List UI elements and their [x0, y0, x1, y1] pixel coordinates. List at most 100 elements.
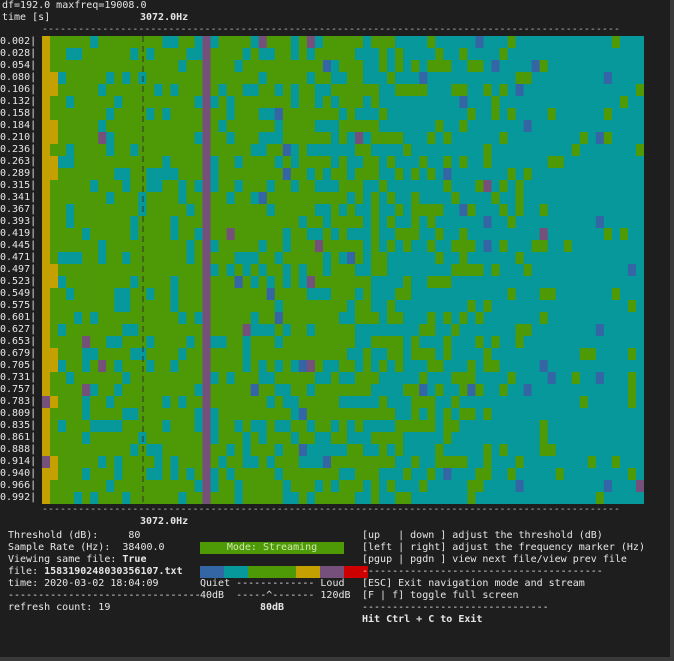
spectrogram-cell — [363, 372, 372, 385]
spectrogram-cell — [483, 252, 492, 265]
spectrogram-cell — [555, 252, 565, 265]
time-tick-label: 0.601| — [0, 312, 37, 323]
spectrogram-cell — [314, 408, 324, 421]
spectrogram-cell — [539, 120, 548, 133]
spectrogram-cell — [114, 480, 123, 493]
spectrogram-cell — [42, 84, 51, 97]
spectrogram-cell — [555, 492, 565, 504]
spectrogram-cell — [122, 324, 131, 337]
spectrogram-cell — [298, 264, 308, 277]
spectrogram-cell — [234, 432, 243, 445]
spectrogram-cell — [50, 372, 59, 385]
spectrogram-cell — [298, 240, 308, 253]
spectrogram-cell — [170, 312, 179, 325]
spectrogram-cell — [635, 324, 644, 337]
spectrogram-cell — [515, 60, 524, 73]
spectrogram-cell — [218, 132, 227, 145]
spectrogram-cell — [74, 408, 83, 421]
spectrogram-cell — [314, 240, 324, 253]
spectrogram-cell — [170, 480, 179, 493]
spectrogram-cell — [122, 264, 131, 277]
spectrogram-cell — [146, 480, 155, 493]
spectrogram-cell — [547, 384, 557, 397]
spectrogram-cell — [218, 156, 227, 169]
spectrogram-cell — [50, 84, 59, 97]
spectrogram-cell — [435, 492, 444, 504]
spectrogram-cell — [347, 396, 356, 409]
spectrogram-cell — [74, 276, 83, 289]
spectrogram-cell — [250, 276, 260, 289]
spectrogram-cell — [611, 420, 621, 433]
spectrogram-cell — [66, 444, 75, 457]
spectrogram-cell — [603, 228, 613, 241]
spectrogram-cell — [427, 312, 436, 325]
spectrogram-cell — [595, 108, 605, 121]
spectrogram-cell — [90, 264, 99, 277]
spectrogram-cell — [258, 180, 268, 193]
spectrogram-cell — [162, 96, 171, 109]
spectrogram-cell — [467, 60, 476, 73]
spectrogram-cell — [523, 144, 532, 157]
spectrogram-cell — [258, 396, 268, 409]
spectrogram-cell — [322, 60, 332, 73]
spectrogram-cell — [210, 228, 219, 241]
spectrogram-cell — [355, 492, 364, 504]
time-tick-label: 0.393| — [0, 216, 37, 227]
spectrogram-cell — [298, 252, 308, 265]
spectrogram-cell — [226, 384, 235, 397]
spectrogram-cell — [419, 192, 428, 205]
spectrogram-cell — [146, 156, 155, 169]
spectrogram-cell — [122, 348, 131, 361]
spectrogram-cell — [274, 360, 284, 373]
spectrogram-cell — [467, 204, 476, 217]
spectrogram-cell — [138, 204, 147, 217]
time-tick-label: 0.888| — [0, 444, 37, 455]
spectrogram-cell — [210, 324, 219, 337]
spectrogram-cell — [122, 36, 131, 49]
spectrogram-cell — [451, 300, 460, 313]
spectrogram-cell — [282, 48, 292, 61]
spectrogram-cell — [82, 132, 91, 145]
spectrogram-cell — [314, 336, 324, 349]
spectrogram-cell — [338, 432, 348, 445]
spectrogram-cell — [138, 72, 147, 85]
spectrogram-cell — [298, 144, 308, 157]
spectrogram-cell — [507, 180, 516, 193]
spectrogram-cell — [90, 480, 99, 493]
spectrogram-cell — [379, 156, 388, 169]
spectrogram-cell — [186, 120, 195, 133]
spectrogram-cell — [242, 144, 251, 157]
spectrogram-cell — [515, 228, 524, 241]
spectrogram-cell — [170, 408, 179, 421]
spectrogram-cell — [563, 360, 573, 373]
spectrogram-cell — [459, 396, 468, 409]
spectrogram-cell — [579, 72, 589, 85]
spectrogram-cell — [347, 192, 356, 205]
spectrogram-cell — [242, 216, 251, 229]
legend-quiet-loud: Quiet ------------- Loud — [200, 578, 345, 589]
spectrogram-cell — [226, 216, 235, 229]
spectrogram-cell — [226, 324, 235, 337]
spectrogram-cell — [595, 204, 605, 217]
spectrogram-cell — [627, 336, 637, 349]
spectrogram-cell — [306, 360, 316, 373]
spectrogram-cell — [563, 96, 573, 109]
spectrogram-cell — [290, 276, 300, 289]
spectrogram-cell — [322, 48, 332, 61]
spectrogram-cell — [226, 36, 235, 49]
spectrogram-cell — [66, 312, 75, 325]
spectrogram-cell — [611, 456, 621, 469]
spectrogram-cell — [427, 492, 436, 504]
spectrogram-cell — [138, 120, 147, 133]
spectrogram-cell — [515, 348, 524, 361]
spectrogram-cell — [387, 228, 396, 241]
spectrogram-cell — [403, 420, 412, 433]
spectrogram-cell — [146, 456, 155, 469]
spectrogram-cell — [595, 240, 605, 253]
spectrogram-cell — [274, 264, 284, 277]
spectrogram-cell — [483, 348, 492, 361]
spectrogram-cell — [387, 456, 396, 469]
spectrogram-cell — [242, 288, 251, 301]
spectrogram-cell — [475, 84, 484, 97]
spectrogram-cell — [210, 492, 219, 504]
